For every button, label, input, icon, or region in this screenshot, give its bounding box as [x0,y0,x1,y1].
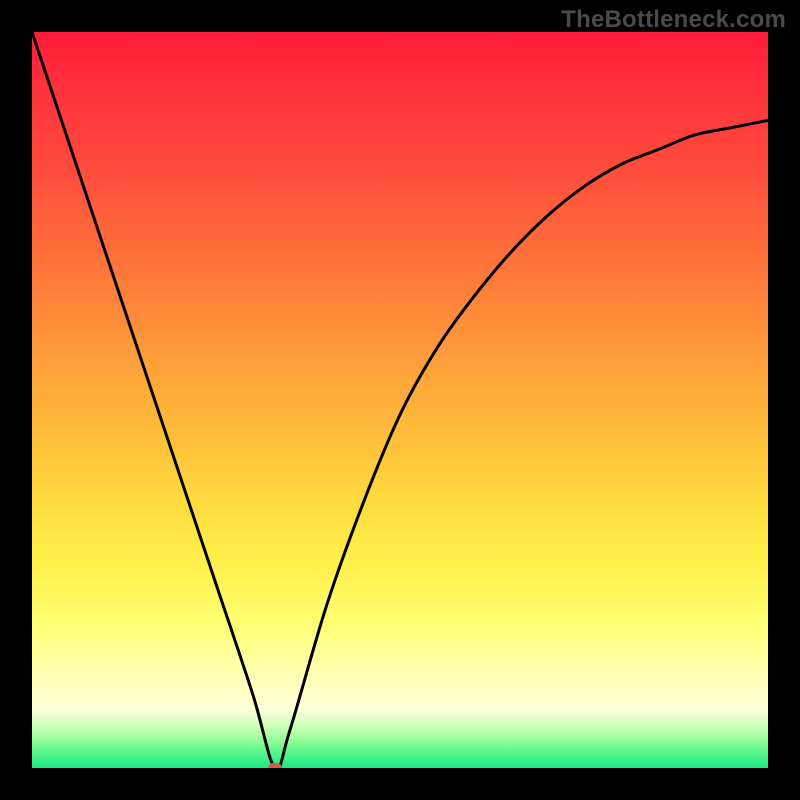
plot-area [32,32,768,768]
optimal-point-marker [268,763,282,768]
chart-frame: TheBottleneck.com [0,0,800,800]
watermark-text: TheBottleneck.com [561,6,786,34]
bottleneck-curve [32,32,768,768]
